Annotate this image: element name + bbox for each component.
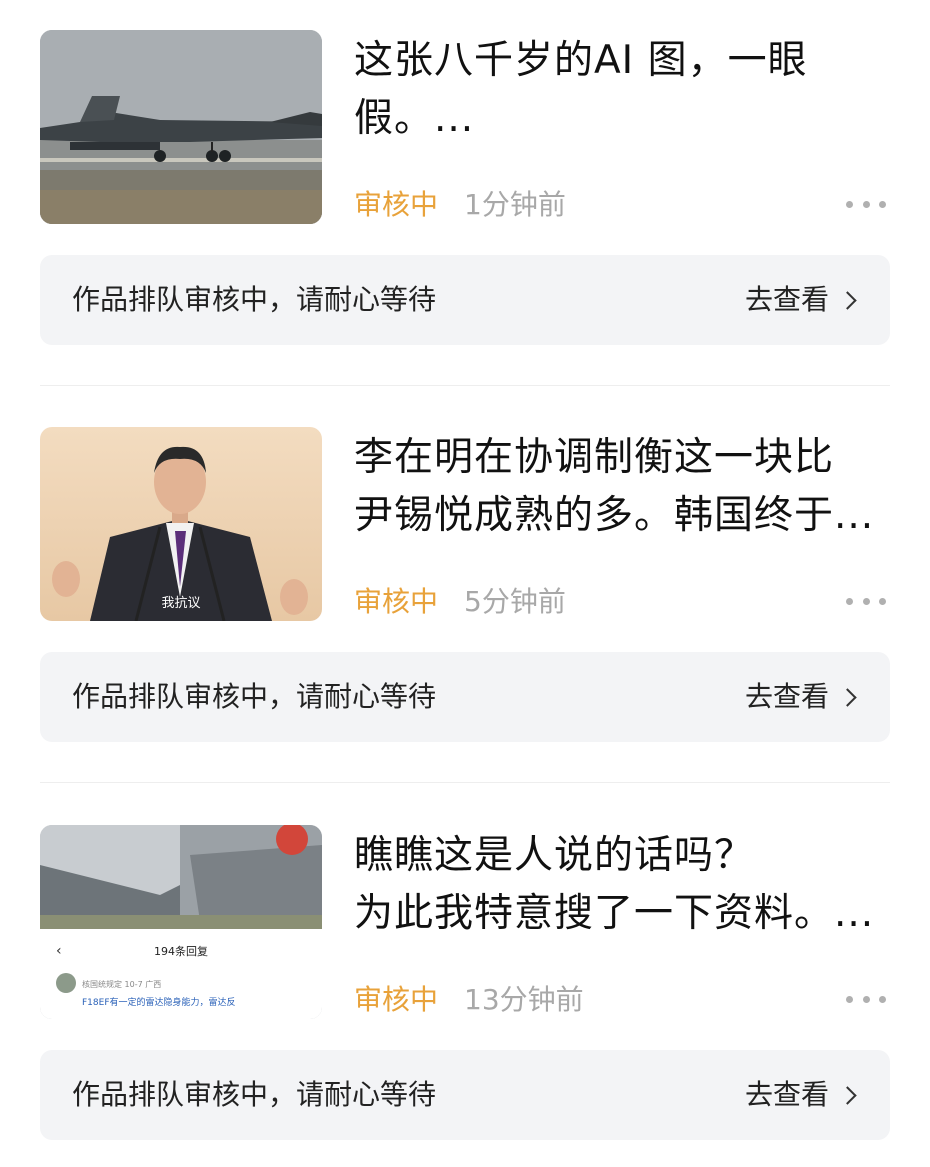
thumb-comment: F18EF有一定的雷达隐身能力，雷达反 bbox=[82, 996, 236, 1008]
post-title-line: 这张八千岁的AI 图，一眼 bbox=[354, 38, 808, 83]
jet-on-runway-image bbox=[40, 30, 322, 224]
post-time: 5分钟前 bbox=[464, 585, 566, 618]
review-notice-text: 作品排队审核中，请耐心等待 bbox=[72, 283, 437, 316]
svg-text:‹: ‹ bbox=[56, 943, 62, 959]
post-title[interactable]: 李在明在协调制衡这一块比 尹锡悦成熟的多。韩国终于... bbox=[354, 429, 894, 545]
post-thumbnail[interactable]: ‹ 194条回复 核国统规定 10-7 广西 F18EF有一定的雷达隐身能力，雷… bbox=[40, 825, 322, 1019]
chevron-right-icon bbox=[838, 687, 857, 707]
post-thumbnail[interactable] bbox=[40, 30, 322, 224]
thumb-user: 核国统规定 10-7 广西 bbox=[82, 979, 161, 989]
post-thumbnail[interactable]: 我抗议 bbox=[40, 427, 322, 621]
review-status-badge: 审核中 bbox=[354, 188, 439, 221]
view-details-label: 去查看 bbox=[744, 283, 829, 316]
divider bbox=[40, 782, 890, 783]
chevron-right-icon bbox=[838, 290, 857, 310]
post-title-line: 瞧瞧这是人说的话吗？ bbox=[354, 833, 755, 878]
man-speaking-at-podium-image: 我抗议 bbox=[40, 427, 322, 621]
divider bbox=[40, 385, 890, 386]
post-title-line: 尹锡悦成熟的多。韩国终于... bbox=[354, 493, 875, 538]
more-options-icon[interactable] bbox=[846, 589, 886, 613]
more-options-icon[interactable] bbox=[846, 192, 886, 216]
review-notice-bar[interactable]: 作品排队审核中，请耐心等待 去查看 bbox=[40, 1050, 890, 1140]
review-notice-bar[interactable]: 作品排队审核中，请耐心等待 去查看 bbox=[40, 255, 890, 345]
review-status-badge: 审核中 bbox=[354, 585, 439, 618]
view-details-label: 去查看 bbox=[744, 680, 829, 713]
thumb-header: 194条回复 bbox=[154, 944, 208, 958]
post-time: 13分钟前 bbox=[464, 983, 584, 1016]
post-title-line: 李在明在协调制衡这一块比 bbox=[354, 435, 835, 480]
jet-screenshot-with-comments-image: ‹ 194条回复 核国统规定 10-7 广西 F18EF有一定的雷达隐身能力，雷… bbox=[40, 825, 322, 1019]
review-notice-text: 作品排队审核中，请耐心等待 bbox=[72, 1078, 437, 1111]
review-status-badge: 审核中 bbox=[354, 983, 439, 1016]
post-title[interactable]: 这张八千岁的AI 图，一眼 假。... bbox=[354, 32, 894, 148]
post-title-line: 为此我特意搜了一下资料。... bbox=[354, 891, 875, 936]
post-title[interactable]: 瞧瞧这是人说的话吗？ 为此我特意搜了一下资料。... bbox=[354, 827, 894, 943]
view-details-link[interactable]: 去查看 bbox=[744, 1050, 857, 1140]
post-title-line: 假。... bbox=[354, 96, 475, 141]
view-details-link[interactable]: 去查看 bbox=[744, 652, 857, 742]
review-notice-text: 作品排队审核中，请耐心等待 bbox=[72, 680, 437, 713]
more-options-icon[interactable] bbox=[846, 987, 886, 1011]
view-details-link[interactable]: 去查看 bbox=[744, 255, 857, 345]
post-time: 1分钟前 bbox=[464, 188, 566, 221]
thumb-caption: 我抗议 bbox=[161, 596, 200, 611]
chevron-right-icon bbox=[838, 1085, 857, 1105]
review-notice-bar[interactable]: 作品排队审核中，请耐心等待 去查看 bbox=[40, 652, 890, 742]
view-details-label: 去查看 bbox=[744, 1078, 829, 1111]
